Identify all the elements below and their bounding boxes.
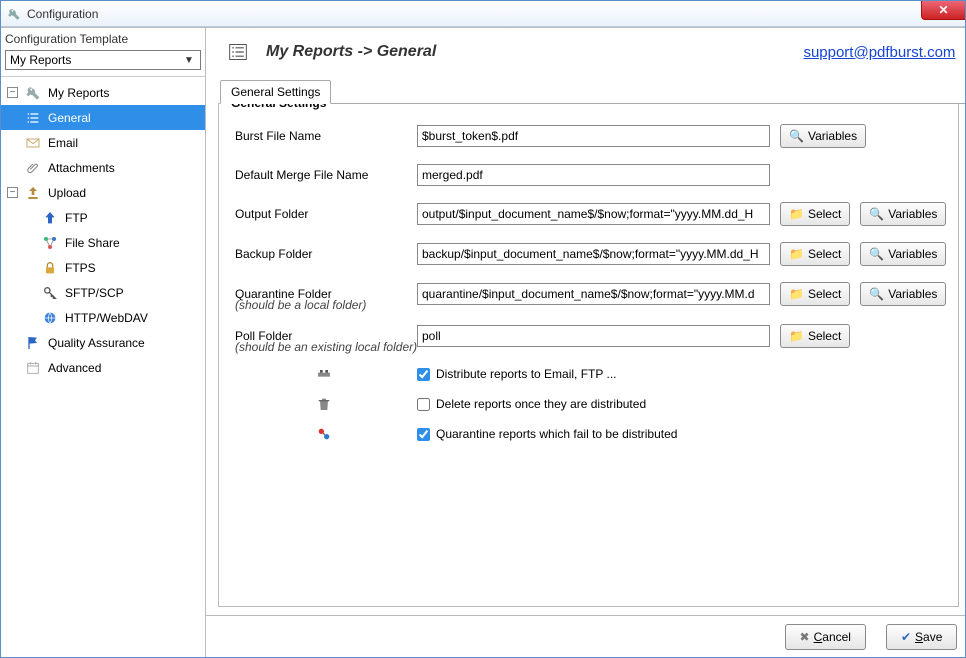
close-icon: ✕ (938, 3, 948, 17)
globe-icon (41, 310, 59, 326)
delete-label: Delete reports once they are distributed (436, 397, 646, 411)
titlebar: Configuration ✕ (1, 1, 965, 27)
collapse-icon[interactable]: − (7, 87, 18, 98)
upload-icon (24, 185, 42, 201)
delete-checkbox[interactable] (417, 398, 430, 411)
magnify-icon: 🔍 (869, 247, 884, 261)
magnify-icon: 🔍 (869, 287, 884, 301)
collapse-icon[interactable]: − (7, 187, 18, 198)
default-merge-file-name-input[interactable] (417, 164, 770, 186)
tree-ftps[interactable]: FTPS (1, 255, 205, 280)
trash-icon (231, 396, 417, 412)
tree-label: Attachments (48, 161, 115, 175)
variables-button[interactable]: 🔍Variables (780, 124, 866, 148)
default-merge-file-name-label: Default Merge File Name (231, 168, 417, 182)
tree-attachments[interactable]: Attachments (1, 155, 205, 180)
tree-my-reports[interactable]: − My Reports (1, 80, 205, 105)
tree-file-share[interactable]: File Share (1, 230, 205, 255)
burst-file-name-label: Burst File Name (231, 129, 417, 143)
nav-tree: − My Reports General Email (1, 77, 205, 657)
tree-label: FTP (65, 211, 88, 225)
quarantine-label: Quarantine reports which fail to be dist… (436, 427, 677, 441)
tree-label: Advanced (48, 361, 101, 375)
wrench-icon (7, 7, 21, 21)
tree-label: File Share (65, 236, 120, 250)
tree-email[interactable]: Email (1, 130, 205, 155)
select-button[interactable]: 📁Select (780, 242, 850, 266)
tree-quality-assurance[interactable]: Quality Assurance (1, 330, 205, 355)
quarantine-folder-input[interactable] (417, 283, 770, 305)
variables-button[interactable]: 🔍Variables (860, 242, 946, 266)
cancel-icon: ✖ (800, 630, 810, 644)
tree-label: Email (48, 136, 78, 150)
support-link[interactable]: support@pdfburst.com (803, 44, 955, 61)
left-panel-label: Configuration Template (5, 32, 201, 46)
tree-upload[interactable]: − Upload (1, 180, 205, 205)
tree-label: Quality Assurance (48, 336, 145, 350)
folder-icon: 📁 (789, 329, 804, 343)
wrench-icon (24, 85, 42, 101)
left-panel: Configuration Template My Reports ▼ − My… (1, 28, 206, 657)
distribute-label: Distribute reports to Email, FTP ... (436, 367, 617, 381)
magnify-icon: 🔍 (869, 207, 884, 221)
select-button[interactable]: 📁Select (780, 202, 850, 226)
distribute-icon (231, 366, 417, 382)
flag-icon (24, 335, 42, 351)
folder-icon: 📁 (789, 287, 804, 301)
tree-label: HTTP/WebDAV (65, 311, 148, 325)
burst-file-name-input[interactable] (417, 125, 770, 147)
poll-folder-input[interactable] (417, 325, 770, 347)
list-icon (24, 110, 42, 126)
tree-sftp-scp[interactable]: SFTP/SCP (1, 280, 205, 305)
close-button[interactable]: ✕ (921, 1, 965, 20)
folder-icon: 📁 (789, 247, 804, 261)
backup-folder-label: Backup Folder (231, 247, 417, 261)
output-folder-input[interactable] (417, 203, 770, 225)
folder-icon: 📁 (789, 207, 804, 221)
save-button[interactable]: ✔ Save (886, 624, 957, 650)
chevron-down-icon: ▼ (182, 55, 196, 66)
cancel-button[interactable]: ✖ Cancel (785, 624, 866, 650)
envelope-icon (24, 135, 42, 151)
window-title: Configuration (27, 7, 98, 21)
template-dropdown-value: My Reports (10, 53, 71, 67)
arrow-up-icon (41, 210, 59, 226)
paperclip-icon (24, 160, 42, 176)
quarantine-icon (231, 426, 417, 442)
lock-icon (41, 260, 59, 276)
variables-button[interactable]: 🔍Variables (860, 202, 946, 226)
magnify-icon: 🔍 (789, 129, 804, 143)
calendar-icon (24, 360, 42, 376)
output-folder-label: Output Folder (231, 207, 417, 221)
template-dropdown[interactable]: My Reports ▼ (5, 50, 201, 70)
select-button[interactable]: 📁Select (780, 282, 850, 306)
tree-label: FTPS (65, 261, 96, 275)
distribute-checkbox[interactable] (417, 368, 430, 381)
select-button[interactable]: 📁Select (780, 324, 850, 348)
tree-advanced[interactable]: Advanced (1, 355, 205, 380)
tree-label: General (48, 111, 91, 125)
tree-label: My Reports (48, 86, 109, 100)
list-icon (228, 42, 248, 62)
variables-button[interactable]: 🔍Variables (860, 282, 946, 306)
tab-general-settings[interactable]: General Settings (220, 80, 331, 104)
tree-label: SFTP/SCP (65, 286, 124, 300)
breadcrumb: My Reports -> General (266, 43, 436, 61)
network-icon (41, 235, 59, 251)
backup-folder-input[interactable] (417, 243, 770, 265)
tree-ftp[interactable]: FTP (1, 205, 205, 230)
quarantine-checkbox[interactable] (417, 428, 430, 441)
tree-general[interactable]: General (1, 105, 205, 130)
tree-label: Upload (48, 186, 86, 200)
general-settings-fieldset: General Settings Burst File Name 🔍Variab… (218, 103, 959, 607)
key-icon (41, 285, 59, 301)
footer: ✖ Cancel ✔ Save (206, 615, 965, 657)
tree-http-webdav[interactable]: HTTP/WebDAV (1, 305, 205, 330)
check-icon: ✔ (901, 630, 911, 644)
